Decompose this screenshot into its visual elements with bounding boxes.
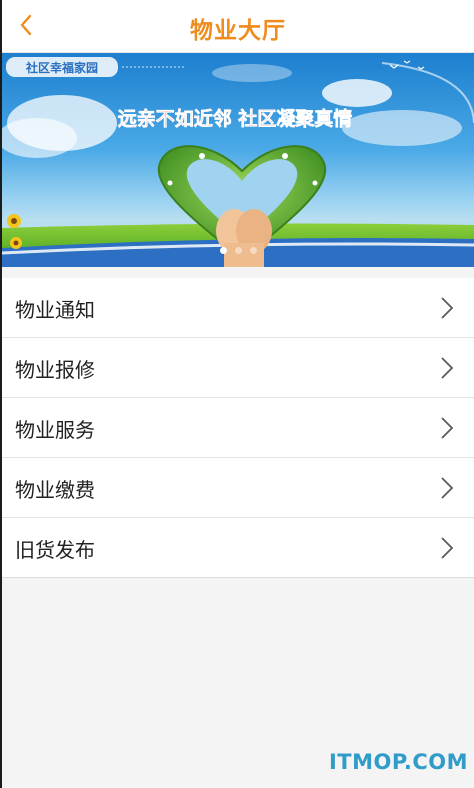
carousel-dot[interactable]	[249, 247, 257, 254]
chevron-right-icon	[441, 417, 454, 439]
menu-item-label: 物业通知	[15, 298, 95, 322]
menu-item-payment[interactable]: 物业缴费	[2, 458, 474, 518]
menu-item-label: 物业服务	[15, 418, 95, 442]
menu-item-service[interactable]: 物业服务	[2, 398, 474, 458]
menu-item-label: 物业缴费	[15, 478, 95, 502]
carousel-dot[interactable]	[234, 247, 242, 254]
watermark: ITMOP.COM	[328, 750, 468, 774]
page-title: 物业大厅	[190, 18, 286, 44]
banner-slogan: 远亲不如近邻 社区凝聚真情	[118, 107, 353, 130]
banner-logo: 社区幸福家园	[25, 60, 98, 75]
nav-bar: 物业大厅	[2, 0, 474, 53]
menu-list: 物业通知 物业报修 物业服务 物业缴费 旧货发布	[2, 278, 474, 578]
banner-carousel[interactable]: 社区幸福家园 远亲不如近邻 社区凝聚真情	[2, 53, 474, 267]
menu-item-repair[interactable]: 物业报修	[2, 338, 474, 398]
banner-image: 社区幸福家园 远亲不如近邻 社区凝聚真情	[2, 57, 474, 267]
carousel-dots	[2, 247, 474, 254]
chevron-right-icon	[441, 477, 454, 499]
menu-item-notice[interactable]: 物业通知	[2, 278, 474, 338]
menu-item-label: 旧货发布	[15, 538, 95, 562]
chevron-right-icon	[441, 297, 454, 319]
menu-item-secondhand[interactable]: 旧货发布	[2, 518, 474, 578]
menu-item-label: 物业报修	[15, 358, 95, 382]
carousel-dot[interactable]	[219, 247, 227, 254]
chevron-right-icon	[441, 537, 454, 559]
chevron-right-icon	[441, 357, 454, 379]
